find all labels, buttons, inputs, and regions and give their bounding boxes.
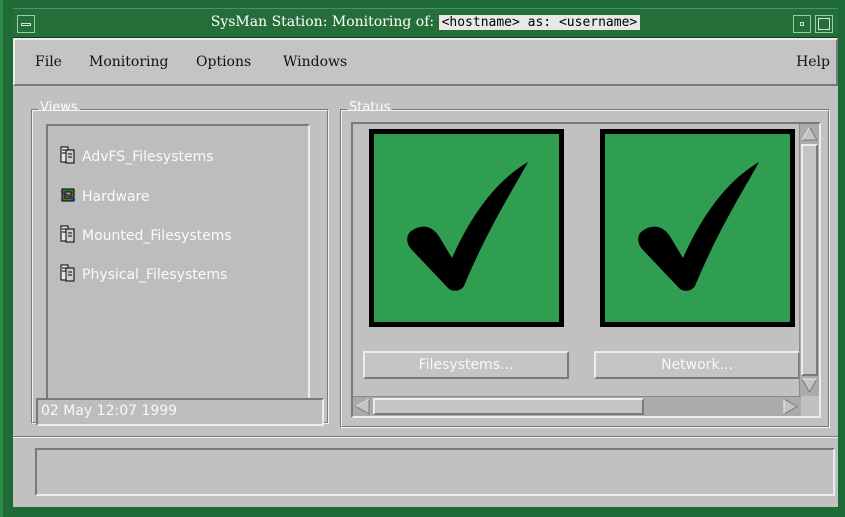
filesystem-icon xyxy=(60,225,76,247)
scroll-down-icon[interactable] xyxy=(801,377,818,394)
menu-help[interactable]: Help xyxy=(796,54,830,70)
view-item-label: Hardware xyxy=(82,189,150,205)
window-title: SysMan Station: Monitoring of: <hostname… xyxy=(13,14,838,30)
menu-options[interactable]: Options xyxy=(196,54,251,70)
view-item-physical-filesystems[interactable]: Physical_Filesystems xyxy=(60,264,227,286)
menu-monitoring[interactable]: Monitoring xyxy=(89,54,168,70)
title-highlight: <hostname> as: <username> xyxy=(438,15,641,30)
vertical-scroll-thumb[interactable] xyxy=(801,144,818,376)
status-label: Status xyxy=(347,100,393,115)
view-item-label: Mounted_Filesystems xyxy=(82,228,232,244)
network-button[interactable]: Network... xyxy=(594,351,800,379)
views-label: Views xyxy=(38,100,80,115)
filesystems-status-tile[interactable] xyxy=(369,129,564,327)
app-window: SysMan Station: Monitoring of: <hostname… xyxy=(0,0,845,517)
view-item-hardware[interactable]: Hardware xyxy=(60,186,150,208)
title-bar[interactable]: SysMan Station: Monitoring of: <hostname… xyxy=(13,8,838,38)
maximize-button[interactable] xyxy=(815,15,833,33)
filesystems-button[interactable]: Filesystems... xyxy=(363,351,569,379)
views-group: Views AdvFS_Filesystems Hardware Mounted… xyxy=(31,100,329,424)
status-group: Status Filesystems... Network... xyxy=(340,100,830,428)
hardware-icon xyxy=(60,186,76,208)
view-item-label: Physical_Filesystems xyxy=(82,267,228,283)
scroll-right-icon[interactable] xyxy=(782,398,799,415)
horizontal-scrollbar[interactable] xyxy=(353,396,801,416)
maximize-icon xyxy=(818,18,830,30)
network-status-tile[interactable] xyxy=(600,129,795,327)
vertical-scrollbar[interactable] xyxy=(799,124,819,396)
checkmark-icon xyxy=(407,162,528,291)
filesystem-icon xyxy=(60,146,76,168)
timestamp-field: 02 May 12:07 1999 xyxy=(36,398,324,426)
separator xyxy=(13,436,838,438)
views-list[interactable]: AdvFS_Filesystems Hardware Mounted_Files… xyxy=(46,124,310,409)
client-area: File Monitoring Options Windows Help Vie… xyxy=(13,38,838,507)
status-bar xyxy=(35,448,835,496)
view-item-label: AdvFS_Filesystems xyxy=(82,149,214,165)
scroll-up-icon[interactable] xyxy=(801,125,818,142)
filesystem-icon xyxy=(60,264,76,286)
menu-bar: File Monitoring Options Windows Help xyxy=(13,38,838,86)
title-prefix: SysMan Station: Monitoring of: xyxy=(210,14,435,30)
status-tile-face xyxy=(603,132,792,324)
menu-file[interactable]: File xyxy=(35,54,62,70)
status-tile-face xyxy=(372,132,561,324)
horizontal-scroll-thumb[interactable] xyxy=(373,398,644,415)
minimize-button[interactable] xyxy=(793,15,811,33)
menu-windows[interactable]: Windows xyxy=(283,54,347,70)
view-item-advfs-filesystems[interactable]: AdvFS_Filesystems xyxy=(60,146,214,168)
scroll-left-icon[interactable] xyxy=(354,398,371,415)
minimize-icon xyxy=(800,22,804,26)
view-item-mounted-filesystems[interactable]: Mounted_Filesystems xyxy=(60,225,232,247)
checkmark-icon xyxy=(638,162,759,291)
status-viewport: Filesystems... Network... xyxy=(351,122,821,418)
